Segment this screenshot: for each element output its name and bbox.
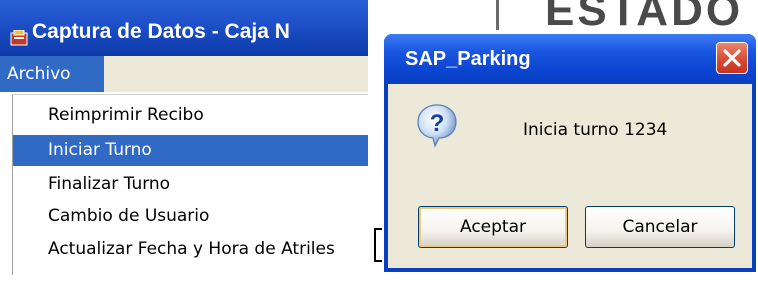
menu-item-actualizar-fecha-hora[interactable]: Actualizar Fecha y Hora de Atriles xyxy=(13,234,368,265)
app-icon xyxy=(10,30,28,46)
menubar-empty xyxy=(104,56,368,92)
capture-window: Captura de Datos - Caja N Archivo Reimpr… xyxy=(0,0,368,281)
background-estado-text: ESTADO xyxy=(545,0,744,35)
menu-item-cambio-de-usuario[interactable]: Cambio de Usuario xyxy=(13,201,368,232)
sap-parking-dialog: SAP_Parking ? Inicia turno 1234 Aceptar … xyxy=(384,34,756,272)
menubar: Archivo xyxy=(0,56,368,92)
cancelar-button[interactable]: Cancelar xyxy=(585,206,735,248)
menu-item-finalizar-turno[interactable]: Finalizar Turno xyxy=(13,169,368,200)
dialog-message: Inicia turno 1234 xyxy=(523,120,668,140)
question-icon: ? xyxy=(417,104,457,148)
dialog-body: ? Inicia turno 1234 Aceptar Cancelar xyxy=(388,84,752,268)
dialog-title: SAP_Parking xyxy=(405,48,531,70)
svg-text:?: ? xyxy=(430,110,445,137)
dialog-titlebar[interactable]: SAP_Parking xyxy=(384,34,756,84)
menu-archivo[interactable]: Archivo xyxy=(0,56,104,92)
close-icon xyxy=(723,49,741,67)
close-button[interactable] xyxy=(716,42,748,74)
menu-item-reimprimir-recibo[interactable]: Reimprimir Recibo xyxy=(13,100,368,131)
archivo-dropdown-menu: Reimprimir Recibo Iniciar Turno Finaliza… xyxy=(12,94,368,275)
aceptar-button[interactable]: Aceptar xyxy=(418,206,568,248)
window-title: Captura de Datos - Caja N xyxy=(32,20,290,43)
background-field-edge xyxy=(374,228,382,262)
window-titlebar: Captura de Datos - Caja N xyxy=(0,0,368,56)
menu-item-iniciar-turno[interactable]: Iniciar Turno xyxy=(13,135,368,166)
background-divider xyxy=(496,0,499,30)
